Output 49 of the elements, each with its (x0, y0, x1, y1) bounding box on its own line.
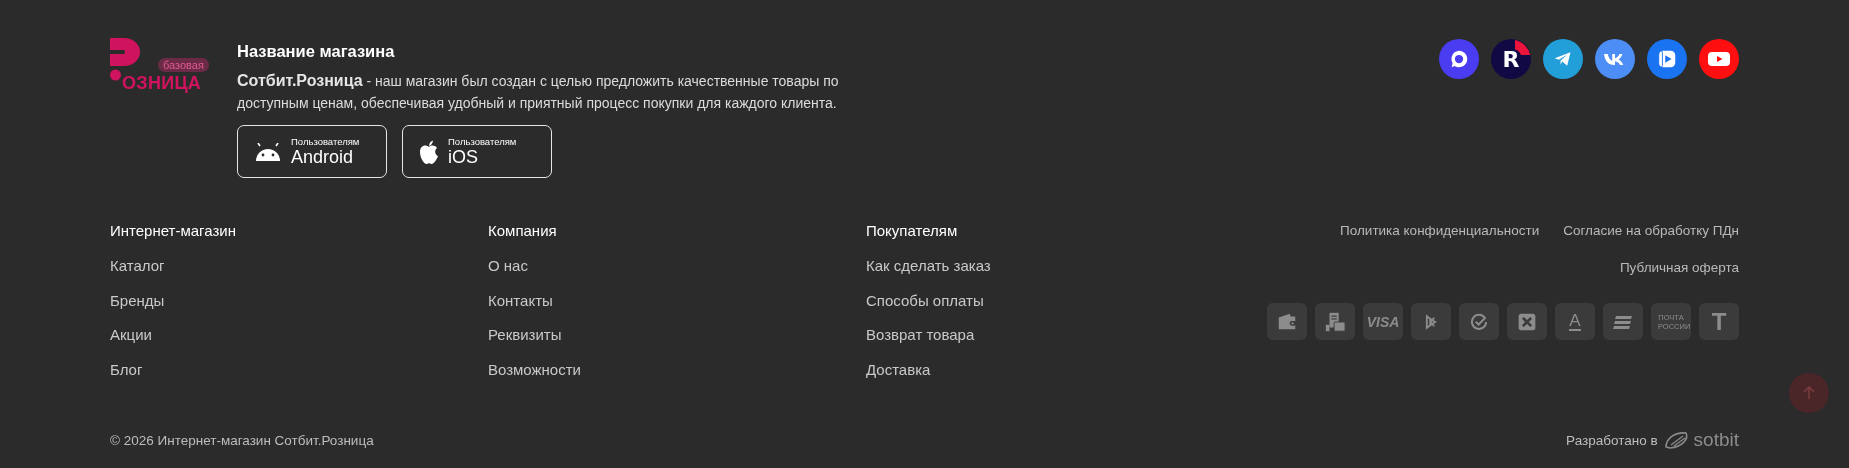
footer-link[interactable]: Контакты (488, 291, 553, 309)
column-heading: Покупателям (866, 222, 958, 239)
youtube-icon (1707, 50, 1731, 68)
vkvideo-social-link[interactable] (1647, 39, 1687, 79)
app-store-button[interactable]: Пользователям iOS (402, 125, 552, 178)
payment-method-icon (1411, 303, 1451, 340)
payment-method-icon (1267, 303, 1307, 340)
column-heading: Интернет-магазин (110, 222, 236, 239)
max-social-link[interactable] (1439, 39, 1479, 79)
payment-method-icon (1603, 303, 1643, 340)
payment-method-icon: T (1699, 303, 1739, 340)
rutube-social-link[interactable]: R (1491, 39, 1531, 79)
vk-social-link[interactable] (1595, 39, 1635, 79)
footer-link[interactable]: Возможности (488, 360, 581, 378)
logo-wordmark: ОЗНИЦА (122, 74, 202, 92)
copyright-text: © 2026 Интернет-магазин Сотбит.Розница (110, 432, 374, 448)
payment-method-icon (1459, 303, 1499, 340)
payment-method-icon: VISA (1363, 303, 1403, 340)
apple-icon (419, 139, 439, 164)
footer-link[interactable]: Бренды (110, 291, 165, 309)
legal-link[interactable]: Политика конфиденциальности (1340, 223, 1540, 238)
footer-link[interactable]: О нас (488, 257, 528, 274)
youtube-social-link[interactable] (1699, 39, 1739, 79)
app-store-button[interactable]: Пользователям Android (237, 125, 387, 178)
developer-link[interactable]: Разработано в sotbit (1566, 429, 1739, 451)
store-title: Название магазина (237, 42, 396, 61)
logo-badge: базовая (158, 58, 209, 72)
footer-link[interactable]: Каталог (110, 257, 165, 274)
legal-link[interactable]: Публичная оферта (1619, 260, 1739, 275)
footer-link[interactable]: Блог (110, 360, 143, 378)
store-description: Сотбит.Розница - наш магазин был создан с целью предложить качественные товары по доступным ценам, обеспечивая удобный и приятный процесс покупки для каждого клиента. (237, 71, 840, 113)
legal-link[interactable]: Согласие на обработку ПДн (1563, 223, 1739, 238)
footer-link[interactable]: Как сделать заказ (866, 257, 991, 274)
payment-method-icon: A (1555, 303, 1595, 340)
leaf-logo-icon (1663, 431, 1690, 449)
footer-link[interactable]: Акции (110, 326, 152, 343)
footer-link[interactable]: Способы оплаты (866, 291, 984, 309)
android-icon (254, 142, 282, 161)
speech-bubble-icon (1448, 48, 1470, 70)
footer-link[interactable]: Доставка (866, 360, 931, 378)
column-heading: Компания (488, 222, 557, 239)
payment-method-icon (1507, 303, 1547, 340)
payment-method-icon (1315, 303, 1355, 340)
play-icon (1656, 48, 1678, 70)
vk-icon (1604, 52, 1626, 66)
footer-link[interactable]: Возврат товара (866, 326, 975, 343)
telegram-social-link[interactable] (1543, 39, 1583, 79)
footer-link[interactable]: Реквизиты (488, 326, 562, 343)
arrow-up-icon (1801, 385, 1817, 401)
